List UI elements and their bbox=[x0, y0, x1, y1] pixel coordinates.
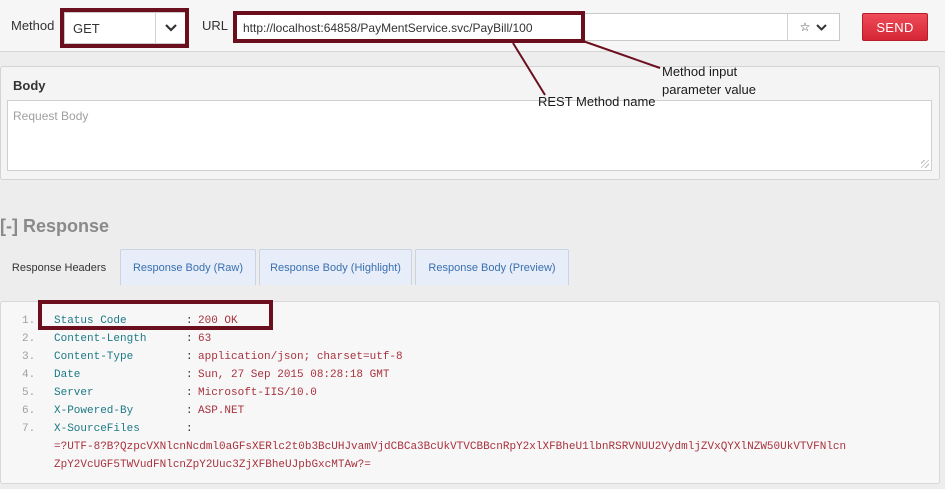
line-number: 2. bbox=[22, 333, 36, 345]
callout-method-name: REST Method name bbox=[538, 94, 656, 109]
callout-input-param-line2: parameter value bbox=[662, 82, 756, 97]
tab-response-body-preview[interactable]: Response Body (Preview) bbox=[415, 249, 569, 285]
line-number: 3. bbox=[22, 351, 36, 363]
resize-grip-icon[interactable] bbox=[921, 160, 929, 168]
line-number: 4. bbox=[22, 369, 36, 381]
method-highlight-box bbox=[60, 8, 189, 48]
header-row: 4. Date: Sun, 27 Sep 2015 08:28:18 GMT bbox=[1, 369, 939, 387]
method-label: Method bbox=[11, 18, 55, 33]
url-tools: ☆ bbox=[787, 14, 839, 40]
header-row: 3. Content-Type: application/json; charset… bbox=[1, 351, 939, 369]
header-key: Date bbox=[54, 369, 81, 381]
status-highlight-box bbox=[38, 300, 273, 330]
sourcefiles-value-line: ZpY2VcUGF5TWVudFNlcnZpY2Uuc3ZjXFBheUJpbG… bbox=[54, 459, 371, 471]
line-number: 7. bbox=[22, 423, 36, 435]
response-title[interactable]: [-] Response bbox=[0, 216, 109, 237]
tab-response-headers[interactable]: Response Headers bbox=[0, 249, 118, 285]
send-button[interactable]: SEND bbox=[862, 13, 928, 41]
header-key: X-Powered-By bbox=[54, 405, 134, 417]
header-value: 63 bbox=[198, 333, 212, 345]
request-body-placeholder: Request Body bbox=[13, 109, 89, 123]
header-value-continuation: =?UTF-8?B?QzpcVXNlcnNcdml0aGFsXERlc2t0b3… bbox=[1, 441, 939, 459]
header-separator: : bbox=[186, 369, 193, 381]
header-separator: : bbox=[186, 405, 193, 417]
request-body-textarea[interactable]: Request Body bbox=[7, 100, 932, 171]
header-key: X-SourceFiles bbox=[54, 423, 140, 435]
line-number: 6. bbox=[22, 405, 36, 417]
body-title: Body bbox=[13, 78, 46, 93]
url-label: URL bbox=[202, 18, 229, 33]
header-separator: : bbox=[186, 351, 193, 363]
callout-input-param: Method input parameter value bbox=[662, 63, 756, 99]
tab-response-body-raw[interactable]: Response Body (Raw) bbox=[120, 249, 256, 285]
line-number: 1. bbox=[22, 315, 36, 327]
tab-response-body-highlight[interactable]: Response Body (Highlight) bbox=[259, 249, 412, 285]
header-row: 5. Server: Microsoft-IIS/10.0 bbox=[1, 387, 939, 405]
header-value-continuation: ZpY2VcUGF5TWVudFNlcnZpY2Uuc3ZjXFBheUJpbG… bbox=[1, 459, 939, 477]
header-value: application/json; charset=utf-8 bbox=[198, 351, 403, 363]
sourcefiles-value-line: =?UTF-8?B?QzpcVXNlcnNcdml0aGFsXERlc2t0b3… bbox=[54, 441, 847, 453]
line-number: 5. bbox=[22, 387, 36, 399]
url-highlight-box bbox=[233, 11, 585, 43]
header-separator: : bbox=[186, 387, 193, 399]
header-separator: : bbox=[186, 423, 193, 435]
header-key: Server bbox=[54, 387, 94, 399]
header-key: Content-Length bbox=[54, 333, 147, 345]
header-row: 6. X-Powered-By: ASP.NET bbox=[1, 405, 939, 423]
header-key: Content-Type bbox=[54, 351, 134, 363]
header-row: 7. X-SourceFiles: bbox=[1, 423, 939, 441]
header-value: Sun, 27 Sep 2015 08:28:18 GMT bbox=[198, 369, 390, 381]
star-icon[interactable]: ☆ bbox=[800, 20, 811, 34]
callout-input-param-line1: Method input bbox=[662, 64, 738, 79]
header-row: 2. Content-Length:63 bbox=[1, 333, 939, 351]
body-panel: Body Request Body bbox=[0, 66, 940, 180]
history-dropdown-icon[interactable] bbox=[816, 20, 828, 34]
response-tabs: Response Headers Response Body (Raw) Res… bbox=[0, 249, 945, 285]
header-value: ASP.NET bbox=[198, 405, 245, 417]
header-separator: : bbox=[186, 333, 193, 345]
header-value: Microsoft-IIS/10.0 bbox=[198, 387, 317, 399]
